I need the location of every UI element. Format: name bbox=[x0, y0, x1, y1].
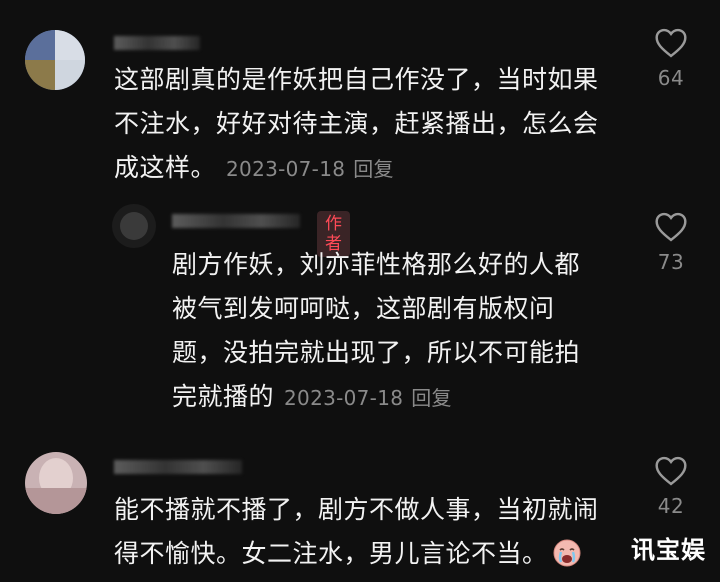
comment-date: 2023-07-18 bbox=[284, 386, 404, 410]
crying-face-emoji bbox=[552, 538, 582, 568]
heart-icon bbox=[655, 212, 687, 242]
comment-line: 不注水，好好对待主演，赶紧播出，怎么会 bbox=[114, 109, 599, 138]
reply-button[interactable]: 回复 bbox=[353, 157, 394, 181]
comment-line: 完就播的 2023-07-18 回复 bbox=[172, 382, 452, 411]
reply-button[interactable]: 回复 bbox=[411, 386, 452, 410]
comment-text: 剧方作妖，刘亦菲性格那么好的人都 被气到发呵呵哒，这部剧有版权问 题，没拍完就出… bbox=[172, 243, 632, 420]
comment-line: 剧方作妖，刘亦菲性格那么好的人都 bbox=[172, 250, 581, 279]
username-blurred[interactable] bbox=[114, 460, 242, 474]
like-count: 73 bbox=[657, 250, 685, 274]
like-button[interactable]: 42 bbox=[641, 456, 701, 518]
like-count: 64 bbox=[657, 66, 685, 90]
comment-line: 被气到发呵呵哒，这部剧有版权问 bbox=[172, 294, 555, 323]
comment-line: 成这样。 2023-07-18 回复 bbox=[114, 153, 394, 182]
avatar[interactable] bbox=[112, 204, 156, 248]
like-button[interactable]: 73 bbox=[641, 212, 701, 274]
comment-line: 题，没拍完就出现了，所以不可能拍 bbox=[172, 338, 581, 367]
comment-date: 2023-07-18 bbox=[226, 157, 346, 181]
avatar[interactable] bbox=[25, 30, 85, 90]
username-blurred[interactable] bbox=[114, 36, 200, 50]
watermark: 讯宝娱 bbox=[631, 536, 706, 564]
username-blurred[interactable] bbox=[172, 214, 300, 228]
heart-icon bbox=[655, 28, 687, 58]
comment-line: 这部剧真的是作妖把自己作没了，当时如果 bbox=[114, 65, 599, 94]
comment-text: 能不播就不播了，剧方不做人事，当初就闹 得不愉快。女二注水，男儿言论不当。 bbox=[114, 488, 634, 576]
like-count: 42 bbox=[657, 494, 685, 518]
comment-line: 得不愉快。女二注水，男儿言论不当。 bbox=[114, 532, 634, 576]
like-button[interactable]: 64 bbox=[641, 28, 701, 90]
comment-text: 这部剧真的是作妖把自己作没了，当时如果 不注水，好好对待主演，赶紧播出，怎么会 … bbox=[114, 58, 634, 191]
comment-line: 能不播就不播了，剧方不做人事，当初就闹 bbox=[114, 495, 599, 524]
avatar[interactable] bbox=[25, 452, 87, 514]
heart-icon bbox=[655, 456, 687, 486]
